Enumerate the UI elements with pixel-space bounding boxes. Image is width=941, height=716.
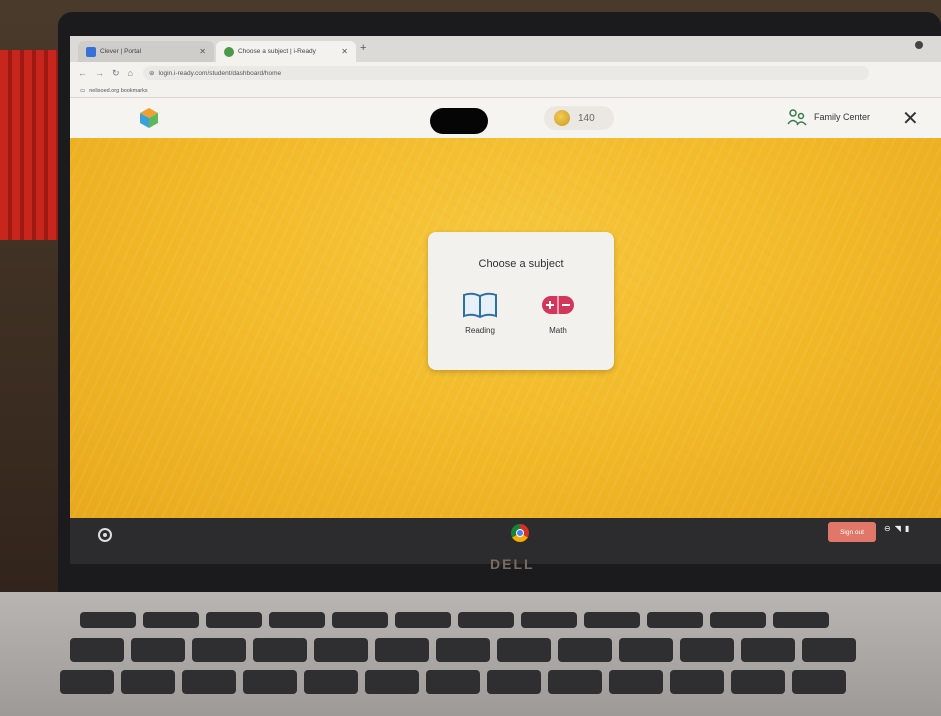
letter-key-row: [60, 670, 846, 694]
site-info-icon[interactable]: ⊜: [149, 69, 154, 77]
family-center-link[interactable]: Family Center: [786, 108, 870, 126]
battery-icon: ▮: [904, 524, 910, 533]
function-key-row: [80, 612, 829, 628]
window-menu-icon[interactable]: [915, 41, 923, 49]
iready-favicon-icon: [224, 46, 234, 57]
chrome-icon[interactable]: [511, 524, 529, 542]
forward-icon[interactable]: →: [95, 68, 104, 78]
browser-tabstrip: Clever | Portal ✕ Choose a subject | i-R…: [70, 36, 941, 62]
new-tab-icon[interactable]: +: [360, 42, 366, 54]
tab-title: Clever | Portal: [100, 48, 142, 55]
reading-label: Reading: [465, 326, 495, 335]
bookmarks-bar: ▭ nelisoed.org bookmarks: [70, 84, 941, 98]
reload-icon[interactable]: ↻: [112, 68, 120, 79]
home-icon[interactable]: ⌂: [128, 68, 133, 78]
math-label: Math: [549, 326, 567, 335]
tab-iready[interactable]: Choose a subject | i-Ready ✕: [216, 41, 356, 62]
settings-icon: ⊖: [884, 524, 891, 533]
bookmark-folder[interactable]: nelisoed.org bookmarks: [89, 88, 147, 94]
math-button[interactable]: Math: [528, 290, 588, 335]
coin-icon: [554, 110, 570, 126]
iready-logo-icon[interactable]: [140, 108, 158, 128]
tab-clever[interactable]: Clever | Portal ✕: [78, 41, 214, 62]
coin-count: 140: [578, 112, 595, 124]
laptop-keyboard-deck: [0, 592, 941, 716]
dell-logo: DELL: [490, 556, 535, 572]
app-header: 140 Family Center ✕: [70, 98, 941, 138]
card-title: Choose a subject: [478, 258, 564, 270]
tab-title: Choose a subject | i-Ready: [238, 48, 316, 55]
clever-favicon-icon: [86, 46, 96, 57]
book-icon: [463, 292, 497, 319]
address-bar[interactable]: ⊜ login.i-ready.com/student/dashboard/ho…: [142, 66, 869, 80]
laptop-screen: Clever | Portal ✕ Choose a subject | i-R…: [70, 36, 941, 564]
number-key-row: [70, 638, 856, 662]
family-center-label: Family Center: [814, 112, 871, 122]
subject-card: Choose a subject Reading Math: [428, 232, 614, 370]
red-crate: [0, 50, 65, 240]
close-icon[interactable]: ✕: [902, 106, 919, 131]
redacted-name: [430, 108, 488, 134]
folder-icon: ▭: [80, 87, 86, 94]
dashboard-background: Choose a subject Reading Math: [70, 138, 941, 518]
close-tab-icon[interactable]: ✕: [341, 47, 348, 56]
launcher-icon[interactable]: [98, 528, 112, 542]
plus-minus-icon: [542, 296, 574, 314]
wifi-icon: ◥: [894, 524, 901, 533]
sign-out-button[interactable]: Sign out: [828, 522, 876, 542]
reading-button[interactable]: Reading: [450, 290, 510, 335]
back-icon[interactable]: ←: [78, 68, 87, 78]
family-icon: [787, 109, 807, 126]
status-tray[interactable]: ⊖ ◥ ▮: [884, 524, 909, 533]
browser-toolbar: ← → ↻ ⌂ ⊜ login.i-ready.com/student/dash…: [70, 62, 941, 84]
close-tab-icon[interactable]: ✕: [199, 47, 206, 56]
url-text: login.i-ready.com/student/dashboard/home: [158, 69, 282, 77]
coin-counter: 140: [544, 106, 614, 130]
